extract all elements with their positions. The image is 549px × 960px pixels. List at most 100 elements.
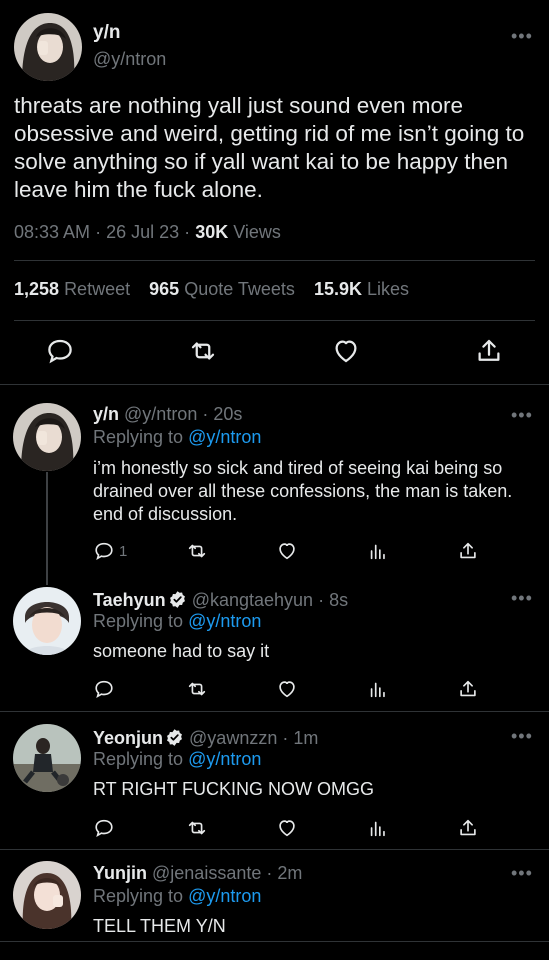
views-count: 30K xyxy=(195,222,229,242)
avatar[interactable] xyxy=(13,403,81,471)
display-name[interactable]: Taehyun xyxy=(93,590,166,610)
heart-icon[interactable] xyxy=(276,678,298,700)
reply-tweet[interactable]: Yunjin @jenaissante · 2m ••• Replying to… xyxy=(0,850,549,960)
retweet-icon[interactable] xyxy=(186,817,208,839)
share-icon[interactable] xyxy=(457,817,479,839)
heart-icon[interactable] xyxy=(276,817,298,839)
reply-actions: 1 xyxy=(93,540,493,564)
more-options-icon[interactable]: ••• xyxy=(511,726,533,747)
tweet-stats: 1,258 Retweet 965 Quote Tweets 15.9K Lik… xyxy=(14,279,409,300)
divider xyxy=(14,260,535,261)
likes-stat[interactable]: 15.9K Likes xyxy=(314,279,409,299)
replying-handle-link[interactable]: @y/ntron xyxy=(188,749,261,769)
divider xyxy=(14,320,535,321)
analytics-icon[interactable] xyxy=(367,817,389,839)
avatar[interactable] xyxy=(13,587,81,655)
share-icon[interactable] xyxy=(457,678,479,700)
separator: · xyxy=(184,222,191,242)
share-icon[interactable] xyxy=(474,336,504,366)
user-handle[interactable]: @yawnzzn xyxy=(189,728,277,748)
separator: · xyxy=(266,863,273,883)
user-handle[interactable]: @y/ntron xyxy=(93,49,166,70)
retweet-icon[interactable] xyxy=(188,336,218,366)
user-handle[interactable]: @y/ntron xyxy=(124,404,197,424)
replying-prefix: Replying to xyxy=(93,611,184,631)
tweet-time: 08:33 AM xyxy=(14,222,91,242)
retweet-icon[interactable] xyxy=(186,678,208,700)
display-name[interactable]: Yunjin xyxy=(93,863,147,883)
more-options-icon[interactable]: ••• xyxy=(511,863,533,884)
separator: · xyxy=(282,728,289,748)
likes-count: 15.9K xyxy=(313,279,362,299)
replying-prefix: Replying to xyxy=(93,427,184,447)
replying-handle-link[interactable]: @y/ntron xyxy=(188,427,261,447)
retweets-stat[interactable]: 1,258 Retweet xyxy=(14,279,130,299)
reply-header: Yeonjun @yawnzzn · 1m xyxy=(93,728,318,749)
reply-header: Yunjin @jenaissante · 2m xyxy=(93,863,302,884)
reply-text: RT RIGHT FUCKING NOW OMGG xyxy=(93,779,375,799)
user-handle[interactable]: @kangtaehyun xyxy=(192,590,313,610)
share-icon[interactable] xyxy=(457,540,479,562)
avatar[interactable] xyxy=(13,724,81,792)
replying-handle-link[interactable]: @y/ntron xyxy=(188,611,261,631)
replying-to: Replying to @y/ntron xyxy=(93,886,261,907)
retweets-label: Retweet xyxy=(64,279,131,299)
reply-tweet[interactable]: Yeonjun @yawnzzn · 1m ••• Replying to @y… xyxy=(0,712,549,850)
analytics-icon[interactable] xyxy=(367,540,389,562)
reply-tweet[interactable]: Taehyun @kangtaehyun · 8s ••• Replying t… xyxy=(0,573,549,711)
comment-icon[interactable] xyxy=(93,678,115,700)
analytics-icon[interactable] xyxy=(367,678,389,700)
quotes-count: 965 xyxy=(149,279,180,299)
tweet-meta: 08:33 AM · 26 Jul 23 · 30K Views xyxy=(14,222,281,243)
comment-icon[interactable] xyxy=(45,336,75,366)
reply-time: 2m xyxy=(277,863,303,883)
separator: · xyxy=(202,404,209,424)
comment-button[interactable]: 1 xyxy=(93,540,127,562)
quotes-stat[interactable]: 965 Quote Tweets xyxy=(149,279,295,299)
reply-text: TELL THEM Y/N xyxy=(93,916,226,936)
main-tweet: y/n @y/ntron ••• threats are nothing yal… xyxy=(0,0,549,385)
retweet-icon[interactable] xyxy=(186,540,208,562)
more-options-icon[interactable]: ••• xyxy=(511,26,533,47)
heart-icon[interactable] xyxy=(276,540,298,562)
separator: · xyxy=(318,590,325,610)
divider xyxy=(0,941,549,942)
user-handle[interactable]: @jenaissante xyxy=(152,863,261,883)
replying-prefix: Replying to xyxy=(93,886,184,906)
reply-tweet[interactable]: y/n @y/ntron · 20s ••• Replying to @y/nt… xyxy=(0,385,549,573)
verified-badge-icon xyxy=(167,729,182,746)
retweets-count: 1,258 xyxy=(14,279,60,299)
more-options-icon[interactable]: ••• xyxy=(511,588,533,609)
verified-badge-icon xyxy=(169,591,185,608)
avatar[interactable] xyxy=(13,861,81,929)
reply-text: i’m honestly so sick and tired of seeing… xyxy=(93,458,513,524)
reply-text: someone had to say it xyxy=(93,641,270,661)
replying-to: Replying to @y/ntron xyxy=(93,749,261,770)
quotes-label: Quote Tweets xyxy=(184,279,295,299)
display-name[interactable]: Yeonjun xyxy=(93,728,163,748)
display-name[interactable]: y/n xyxy=(93,404,119,424)
tweet-actions xyxy=(0,336,549,368)
likes-label: Likes xyxy=(367,279,410,299)
reply-count: 1 xyxy=(119,542,128,560)
views-label: Views xyxy=(233,222,281,242)
tweet-date: 26 Jul 23 xyxy=(106,222,180,242)
tweet-text: threats are nothing yall just sound even… xyxy=(14,93,525,202)
replying-to: Replying to @y/ntron xyxy=(93,427,261,448)
comment-icon[interactable] xyxy=(93,817,115,839)
separator: · xyxy=(95,222,102,242)
reply-time: 8s xyxy=(329,590,349,610)
replying-handle-link[interactable]: @y/ntron xyxy=(188,886,261,906)
heart-icon[interactable] xyxy=(331,336,361,366)
more-options-icon[interactable]: ••• xyxy=(511,405,533,426)
avatar[interactable] xyxy=(14,13,82,81)
reply-time: 1m xyxy=(293,728,319,748)
reply-actions xyxy=(93,678,493,702)
reply-actions xyxy=(93,817,493,841)
reply-time: 20s xyxy=(213,404,243,424)
reply-header: y/n @y/ntron · 20s xyxy=(93,404,242,425)
comment-icon xyxy=(95,542,113,561)
display-name[interactable]: y/n xyxy=(93,22,120,44)
reply-header: Taehyun @kangtaehyun · 8s xyxy=(93,590,348,611)
replying-to: Replying to @y/ntron xyxy=(93,611,261,632)
